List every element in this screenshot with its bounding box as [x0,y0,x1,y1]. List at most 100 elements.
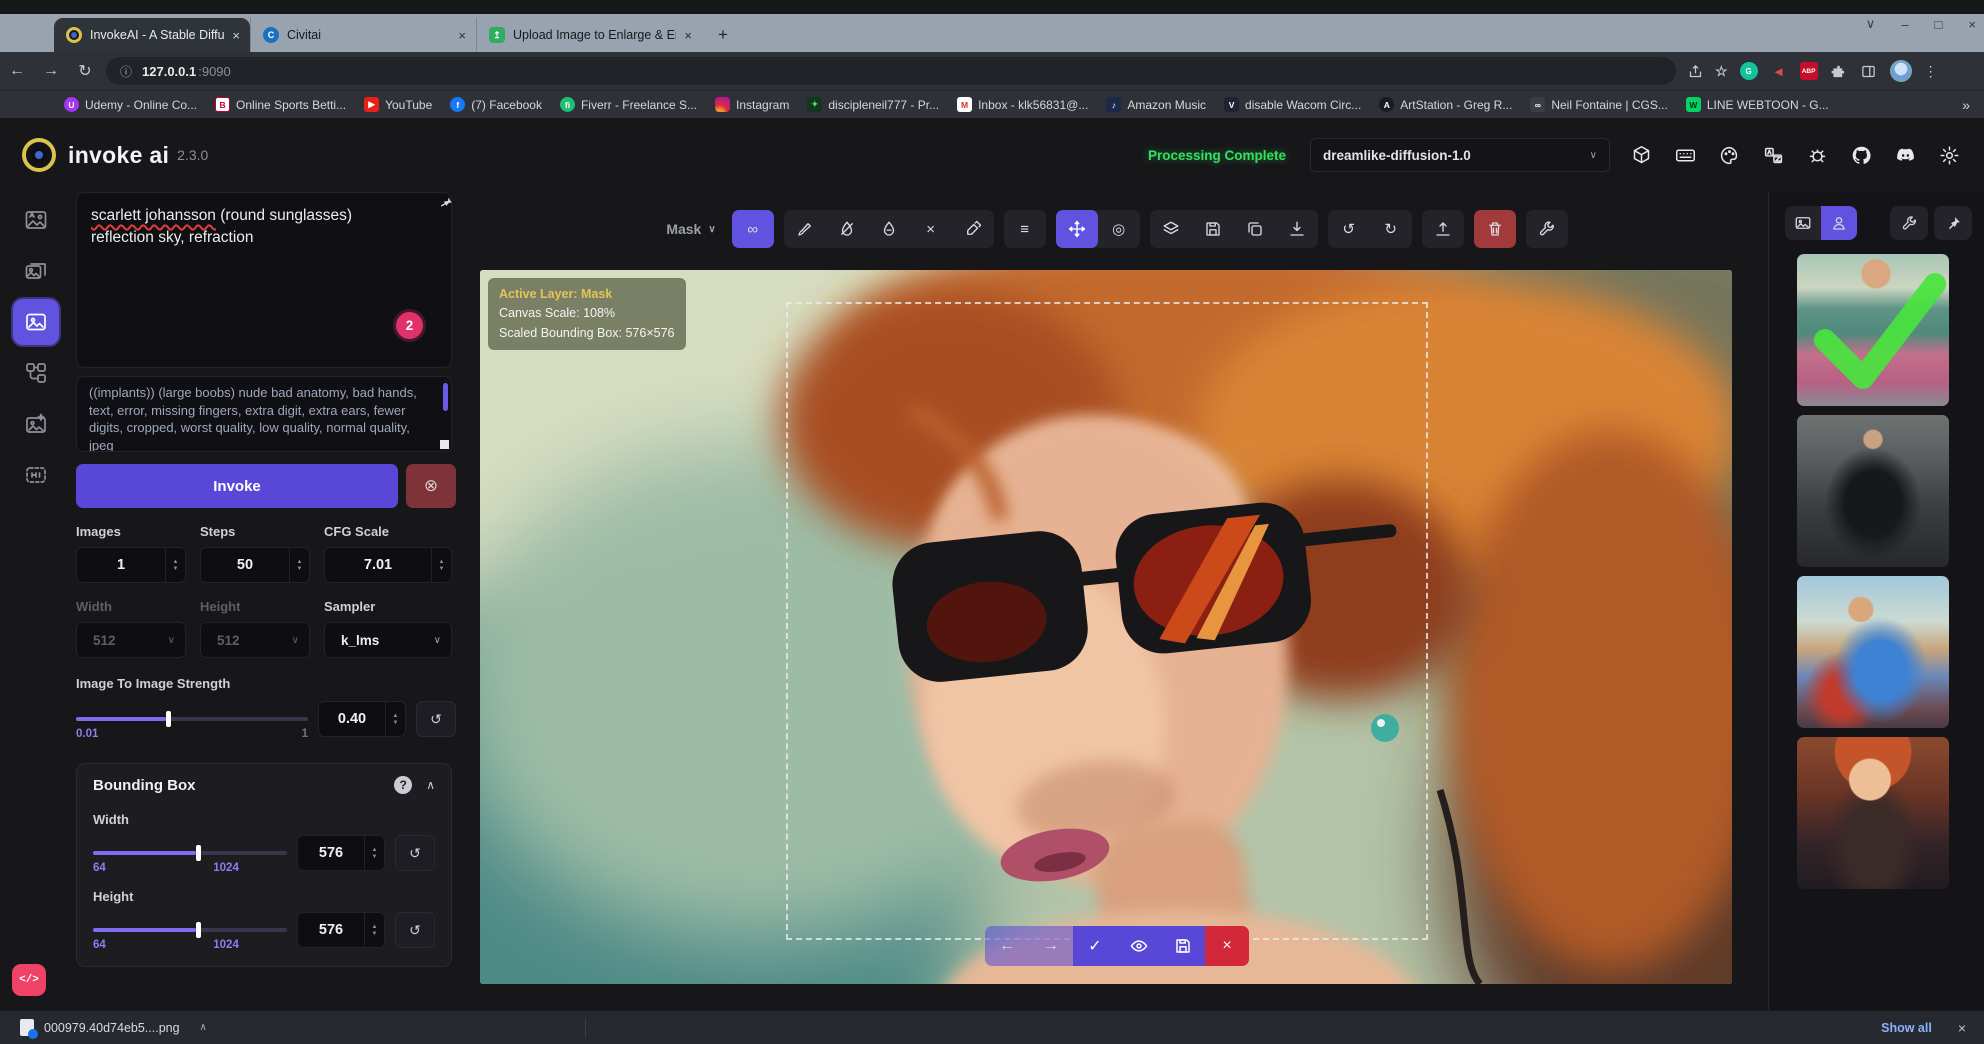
grammarly-extension-icon[interactable]: G [1740,62,1758,80]
gallery-settings-button[interactable] [1890,206,1928,240]
invoke-button[interactable]: Invoke [76,464,398,508]
back-icon[interactable]: ← [0,62,34,80]
brush-tool-button[interactable] [784,210,826,248]
bookmark-item[interactable]: UUdemy - Online Co... [64,97,197,112]
stepper-arrows[interactable]: ▲▼ [385,702,405,736]
bookmark-item[interactable]: ▶YouTube [364,97,432,112]
console-toggle-button[interactable]: </> [12,964,46,996]
gallery-user-tab[interactable] [1821,206,1857,240]
tab-unified-canvas[interactable] [13,299,59,345]
bookmark-item[interactable]: AArtStation - Greg R... [1379,97,1512,112]
share-icon[interactable] [1688,62,1703,80]
images-input[interactable]: 1 ▲▼ [76,547,186,583]
new-tab-button[interactable]: + [710,22,736,48]
browser-tab-civitai[interactable]: C Civitai × [250,18,476,52]
show-all-link[interactable]: Show all [1881,1021,1932,1035]
cfg-scale-input[interactable]: 7.01 ▲▼ [324,547,452,583]
stepper-arrows[interactable]: ▲▼ [431,548,451,582]
i2i-strength-input[interactable]: 0.40 ▲▼ [318,701,406,737]
negative-prompt-input[interactable]: ((implants)) (large boobs) nude bad anat… [76,376,452,452]
stepper-arrows[interactable]: ▲▼ [289,548,309,582]
tab-text-to-image[interactable] [13,197,59,243]
settings-gear-icon[interactable] [1936,145,1962,166]
tab-close-icon[interactable]: × [458,28,466,43]
fill-tool-button[interactable] [868,210,910,248]
browser-menu-icon[interactable]: ⋮ [1924,63,1938,80]
discord-icon[interactable] [1892,145,1918,166]
move-tool-button[interactable] [1056,210,1098,248]
bookmark-item[interactable]: WLINE WEBTOON - G... [1686,97,1829,112]
gallery-thumbnail[interactable] [1797,576,1949,728]
upload-image-button[interactable] [1422,210,1464,248]
gallery-thumbnail[interactable] [1797,737,1949,889]
cancel-button[interactable]: ⊗ [406,464,456,508]
show-hide-button[interactable] [1117,926,1161,966]
i2i-strength-slider[interactable]: 0.011 [76,706,308,732]
bbox-width-slider[interactable]: 641024 [93,840,287,866]
tab-close-icon[interactable]: × [684,28,692,43]
site-info-icon[interactable]: ⓘ [120,63,132,80]
bookmark-item[interactable]: BOnline Sports Betti... [215,97,346,112]
theme-icon[interactable] [1716,145,1742,166]
github-icon[interactable] [1848,145,1874,166]
mask-toggle-button[interactable]: ∞ [732,210,774,248]
stepper-arrows[interactable]: ▲▼ [364,913,384,947]
steps-input[interactable]: 50 ▲▼ [200,547,310,583]
minimize-icon[interactable]: – [1901,17,1908,32]
download-image-button[interactable] [1276,210,1318,248]
bbox-height-input[interactable]: 576 ▲▼ [297,912,385,948]
bookmark-item[interactable]: ♪Amazon Music [1106,97,1206,112]
previous-image-button[interactable]: ← [985,926,1029,966]
width-select[interactable]: 512 ∨ [76,622,186,658]
bounding-box-outline[interactable] [786,302,1428,940]
hotkeys-icon[interactable] [1672,145,1698,166]
adblock-extension-icon[interactable]: ABP [1800,62,1818,80]
color-picker-button[interactable] [952,210,994,248]
volume-extension-icon[interactable]: ◄ [1770,62,1788,80]
tab-close-icon[interactable]: × [232,28,240,43]
download-item[interactable]: 000979.40d74eb5....png ∧ [0,1011,225,1044]
tab-training[interactable] [13,452,59,498]
save-to-gallery-button[interactable] [1192,210,1234,248]
bbox-width-reset-button[interactable]: ↺ [395,835,435,871]
gallery-thumbnail-selected[interactable] [1797,254,1949,406]
merge-layers-button[interactable] [1150,210,1192,248]
gallery-thumbnail[interactable] [1797,415,1949,567]
brush-options-button[interactable]: ≡ [1004,210,1046,248]
height-select[interactable]: 512 ∨ [200,622,310,658]
bookmark-item[interactable]: fiFiverr - Freelance S... [560,97,697,112]
reload-icon[interactable]: ↻ [68,61,102,81]
gallery-images-tab[interactable] [1785,206,1821,240]
i2i-reset-button[interactable]: ↺ [416,701,456,737]
browser-tab-upload[interactable]: ↥ Upload Image to Enlarge & Enha × [476,18,702,52]
tab-nodes[interactable] [13,350,59,396]
accept-image-button[interactable]: ✓ [1073,926,1117,966]
browser-tab-invokeai[interactable]: InvokeAI - A Stable Diffusion Tou × [54,18,250,52]
bookmark-item[interactable]: MInbox - klk56831@... [957,97,1088,112]
clear-mask-button[interactable]: × [910,210,952,248]
bookmark-star-icon[interactable]: ☆ [1715,62,1728,80]
sidebar-toggle-icon[interactable] [1860,62,1878,80]
bookmark-item[interactable]: Vdisable Wacom Circ... [1224,97,1361,112]
tab-search-icon[interactable]: ∨ [1866,16,1876,32]
layer-select[interactable]: Mask ∨ [660,221,721,237]
tab-postprocessing[interactable] [13,401,59,447]
forward-icon[interactable]: → [34,62,68,80]
download-menu-chevron[interactable]: ∧ [200,1022,207,1033]
restore-icon[interactable]: □ [1935,17,1943,32]
bookmark-item[interactable]: Instagram [715,97,789,112]
bookmark-item[interactable]: ∞Neil Fontaine | CGS... [1530,97,1668,112]
close-window-icon[interactable]: × [1968,17,1976,32]
undo-button[interactable]: ↺ [1328,210,1370,248]
stepper-arrows[interactable]: ▲▼ [165,548,185,582]
discard-image-button[interactable]: × [1205,926,1249,966]
model-manager-icon[interactable] [1628,145,1654,166]
tab-image-to-image[interactable] [13,248,59,294]
scrollbar-thumb[interactable] [443,383,448,411]
pin-gallery-button[interactable] [1934,206,1972,240]
collapse-icon[interactable]: ∧ [426,778,435,792]
pin-icon[interactable] [436,193,455,214]
extensions-puzzle-icon[interactable] [1830,62,1848,80]
next-image-button[interactable]: → [1029,926,1073,966]
stepper-arrows[interactable]: ▲▼ [364,836,384,870]
